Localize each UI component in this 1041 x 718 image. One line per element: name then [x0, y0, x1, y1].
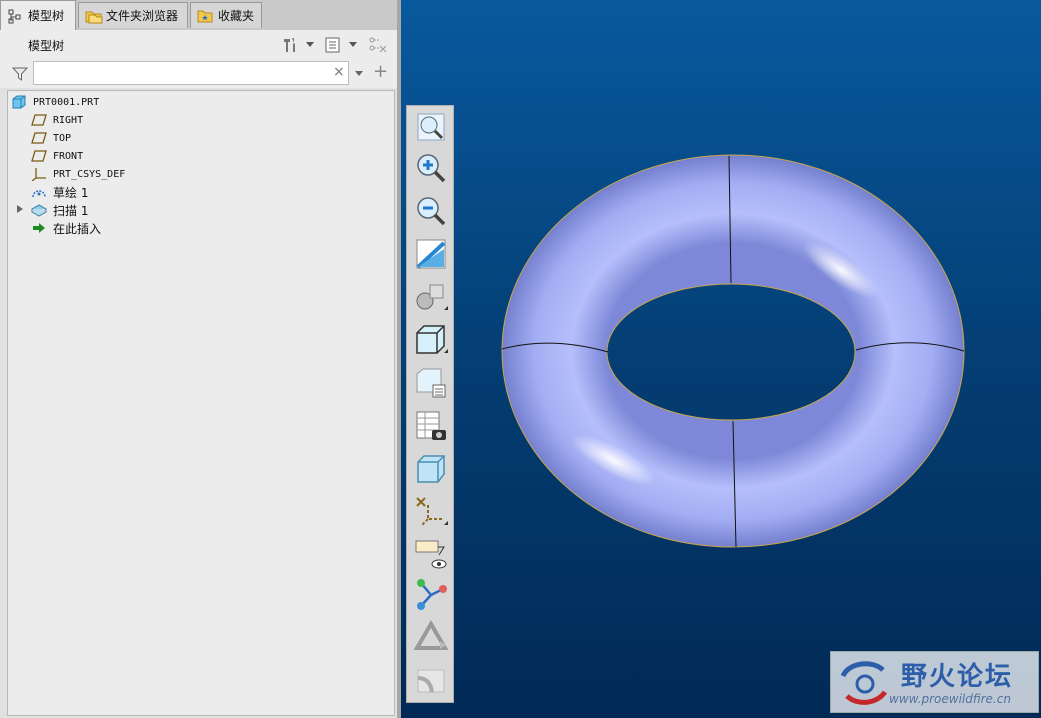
named-views-button[interactable] — [414, 409, 448, 443]
datum-display-icon — [416, 497, 448, 527]
tree-item-label: RIGHT — [53, 114, 84, 126]
zoom-in-button[interactable] — [414, 151, 448, 185]
tree-item-sketch[interactable]: 草绘 1 — [31, 183, 88, 201]
show-dropdown-icon[interactable] — [349, 42, 357, 47]
filter-icon[interactable] — [11, 66, 29, 82]
view-toolbar — [406, 105, 454, 703]
perspective-icon — [417, 455, 445, 483]
forum-url: www.proewildfire.cn — [889, 692, 1011, 706]
refit-button[interactable] — [414, 110, 448, 144]
zoom-in-icon — [417, 154, 446, 183]
tree-item-label: 在此插入 — [53, 221, 102, 236]
show-list-icon[interactable] — [324, 36, 342, 54]
tree-item-csys[interactable]: PRT_CSYS_DEF — [31, 165, 125, 183]
datum-plane-icon — [31, 149, 47, 163]
tab-label: 收藏夹 — [218, 9, 255, 23]
simulation-display-button[interactable] — [414, 620, 448, 654]
tree-item-sweep[interactable]: 扫描 1 — [30, 201, 89, 219]
tree-title: 模型树 — [28, 39, 65, 53]
clear-icon[interactable]: × — [333, 64, 345, 80]
search-dropdown-icon[interactable] — [355, 71, 363, 76]
model-tree-panel: 模型树 文件夹浏览器 收藏夹 模型树 × + PRT0001.PRT RIGHT… — [0, 0, 400, 718]
tree-item-front[interactable]: FRONT — [31, 147, 83, 165]
datum-plane-icon — [31, 113, 47, 127]
model-tree-icon — [7, 8, 23, 24]
tree-item-label: 草绘 1 — [53, 185, 89, 200]
forum-watermark: 野火论坛 www.proewildfire.cn — [830, 651, 1039, 713]
spin-center-icon — [417, 579, 447, 610]
tree-header: 模型树 — [0, 30, 400, 60]
tree-item-label: 扫描 1 — [53, 203, 89, 218]
sweep-icon — [30, 203, 48, 217]
zoom-out-button[interactable] — [414, 194, 448, 228]
datum-plane-icon — [31, 131, 47, 145]
tree-item-label: FRONT — [53, 150, 84, 162]
appearance-icon — [417, 669, 445, 693]
csys-icon — [31, 167, 47, 182]
tree-item-label: PRT0001.PRT — [33, 96, 100, 108]
display-style-button[interactable] — [414, 280, 448, 314]
display-style-icon — [416, 284, 448, 310]
perspective-button[interactable] — [414, 452, 448, 486]
add-icon[interactable]: + — [373, 61, 388, 82]
panel-tabs: 模型树 文件夹浏览器 收藏夹 — [0, 0, 400, 30]
expand-arrow-icon[interactable] — [17, 205, 23, 213]
favorites-icon — [197, 8, 213, 24]
repaint-button[interactable] — [414, 237, 448, 271]
graphics-viewport[interactable]: 野火论坛 www.proewildfire.cn — [401, 0, 1041, 718]
tree-filter-options-icon[interactable] — [368, 36, 387, 54]
insert-here-icon — [31, 221, 47, 235]
tree-item-insert-here[interactable]: 在此插入 — [31, 219, 101, 237]
part-icon — [11, 95, 27, 109]
tab-label: 模型树 — [28, 9, 65, 23]
tree-item-part[interactable]: PRT0001.PRT — [11, 93, 99, 111]
folder-browser-icon — [85, 8, 103, 24]
forum-logo-icon — [840, 661, 888, 705]
tab-label: 文件夹浏览器 — [106, 9, 179, 23]
forum-title: 野火论坛 — [901, 662, 1014, 692]
saved-orientations-button[interactable] — [414, 323, 448, 357]
named-views-icon — [416, 411, 446, 440]
repaint-icon — [416, 239, 446, 269]
tab-folder-browser[interactable]: 文件夹浏览器 — [78, 2, 188, 28]
tree-item-top[interactable]: TOP — [31, 129, 71, 147]
tree-item-label: TOP — [53, 132, 72, 144]
view-manager-button[interactable] — [414, 366, 448, 400]
search-input[interactable] — [33, 61, 349, 85]
tree-item-right[interactable]: RIGHT — [31, 111, 83, 129]
filter-row: × + — [0, 60, 400, 88]
annotation-display-button[interactable] — [414, 538, 448, 572]
zoom-out-icon — [417, 197, 446, 226]
simulation-display-icon — [414, 620, 448, 650]
settings-tools-icon[interactable] — [281, 36, 299, 54]
saved-orientations-icon — [416, 325, 448, 354]
view-manager-icon — [416, 368, 446, 398]
datum-display-button[interactable] — [414, 495, 448, 529]
tab-model-tree[interactable]: 模型树 — [0, 0, 76, 30]
refit-icon — [417, 113, 445, 141]
model-tree: PRT0001.PRT RIGHT TOP FRONT PRT_CSYS_DEF… — [7, 90, 395, 716]
tree-item-label: PRT_CSYS_DEF — [53, 168, 126, 180]
spin-center-button[interactable] — [414, 578, 448, 612]
settings-dropdown-icon[interactable] — [306, 42, 314, 47]
sketch-icon — [31, 185, 47, 199]
tab-favorites[interactable]: 收藏夹 — [190, 2, 262, 28]
torus-model[interactable] — [401, 0, 1041, 718]
appearance-button[interactable] — [414, 664, 448, 698]
annotation-display-icon — [415, 540, 447, 569]
